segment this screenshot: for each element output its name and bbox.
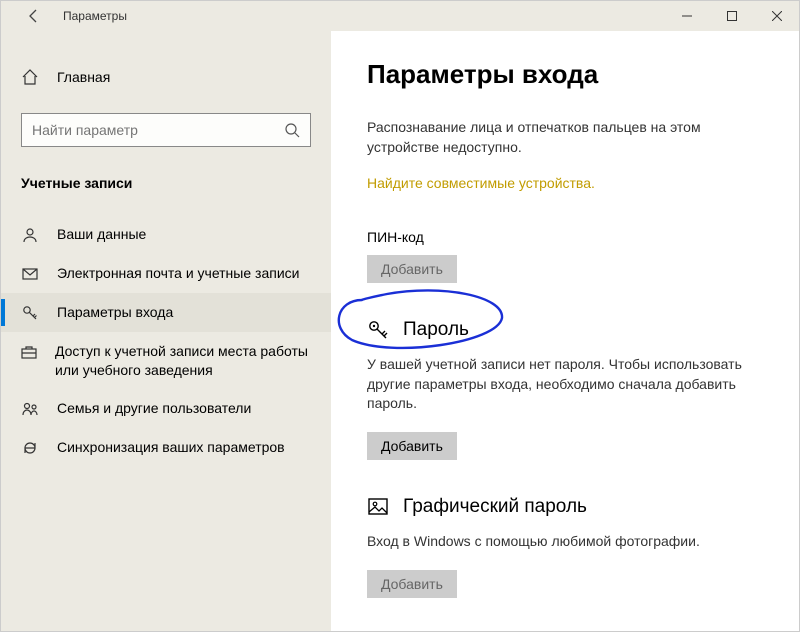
- sidebar-item-label: Синхронизация ваших параметров: [57, 438, 285, 457]
- password-heading: Пароль: [403, 319, 469, 341]
- home-link[interactable]: Главная: [1, 59, 331, 95]
- page-title: Параметры входа: [367, 59, 763, 90]
- pin-add-button[interactable]: Добавить: [367, 255, 457, 283]
- back-button[interactable]: [19, 8, 49, 24]
- home-label: Главная: [57, 69, 110, 85]
- briefcase-icon: [21, 342, 37, 360]
- pin-label: ПИН-код: [367, 229, 763, 245]
- sidebar-item-label: Доступ к учетной записи места работы или…: [55, 342, 311, 380]
- password-add-button[interactable]: Добавить: [367, 432, 457, 460]
- sidebar-item-label: Электронная почта и учетные записи: [57, 264, 299, 283]
- key-icon: [21, 303, 39, 321]
- search-box[interactable]: [21, 113, 311, 147]
- people-icon: [21, 399, 39, 417]
- picture-add-button[interactable]: Добавить: [367, 570, 457, 598]
- picture-password-section: Графический пароль Вход в Windows с помо…: [367, 496, 763, 631]
- minimize-button[interactable]: [664, 1, 709, 31]
- intro-text: Распознавание лица и отпечатков пальцев …: [367, 118, 763, 157]
- sync-icon: [21, 438, 39, 456]
- key-icon: [367, 319, 389, 341]
- pin-section: ПИН-код Добавить: [367, 229, 763, 319]
- nav: Ваши данные Электронная почта и учетные …: [1, 215, 331, 467]
- search-icon: [284, 122, 300, 138]
- titlebar: Параметры: [1, 1, 799, 31]
- sidebar-item-sign-in-options[interactable]: Параметры входа: [1, 293, 331, 332]
- password-desc: У вашей учетной записи нет пароля. Чтобы…: [367, 355, 763, 414]
- picture-heading: Графический пароль: [403, 496, 587, 518]
- maximize-button[interactable]: [709, 1, 754, 31]
- picture-heading-row: Графический пароль: [367, 496, 763, 518]
- picture-desc: Вход в Windows с помощью любимой фотогра…: [367, 532, 763, 552]
- sidebar-item-sync[interactable]: Синхронизация ваших параметров: [1, 428, 331, 467]
- settings-window: Параметры Главная: [0, 0, 800, 632]
- person-icon: [21, 225, 39, 243]
- password-section: Пароль У вашей учетной записи нет пароля…: [367, 319, 763, 496]
- compatible-devices-link[interactable]: Найдите совместимые устройства.: [367, 175, 595, 191]
- sidebar-item-email[interactable]: Электронная почта и учетные записи: [1, 254, 331, 293]
- window-title: Параметры: [63, 9, 127, 23]
- sidebar-item-your-info[interactable]: Ваши данные: [1, 215, 331, 254]
- sidebar-item-label: Семья и другие пользователи: [57, 399, 251, 418]
- picture-icon: [367, 496, 389, 518]
- sidebar-item-family[interactable]: Семья и другие пользователи: [1, 389, 331, 428]
- body: Главная Учетные записи Ваши данные: [1, 31, 799, 631]
- sidebar-item-label: Параметры входа: [57, 303, 173, 322]
- main-content: Параметры входа Распознавание лица и отп…: [331, 31, 799, 631]
- sidebar-item-work-access[interactable]: Доступ к учетной записи места работы или…: [1, 332, 331, 390]
- home-icon: [21, 68, 39, 86]
- group-title: Учетные записи: [21, 175, 331, 191]
- close-button[interactable]: [754, 1, 799, 31]
- search-input[interactable]: [32, 122, 272, 138]
- sidebar-item-label: Ваши данные: [57, 225, 146, 244]
- window-controls: [664, 1, 799, 31]
- password-heading-row: Пароль: [367, 319, 763, 341]
- sidebar: Главная Учетные записи Ваши данные: [1, 31, 331, 631]
- mail-icon: [21, 264, 39, 282]
